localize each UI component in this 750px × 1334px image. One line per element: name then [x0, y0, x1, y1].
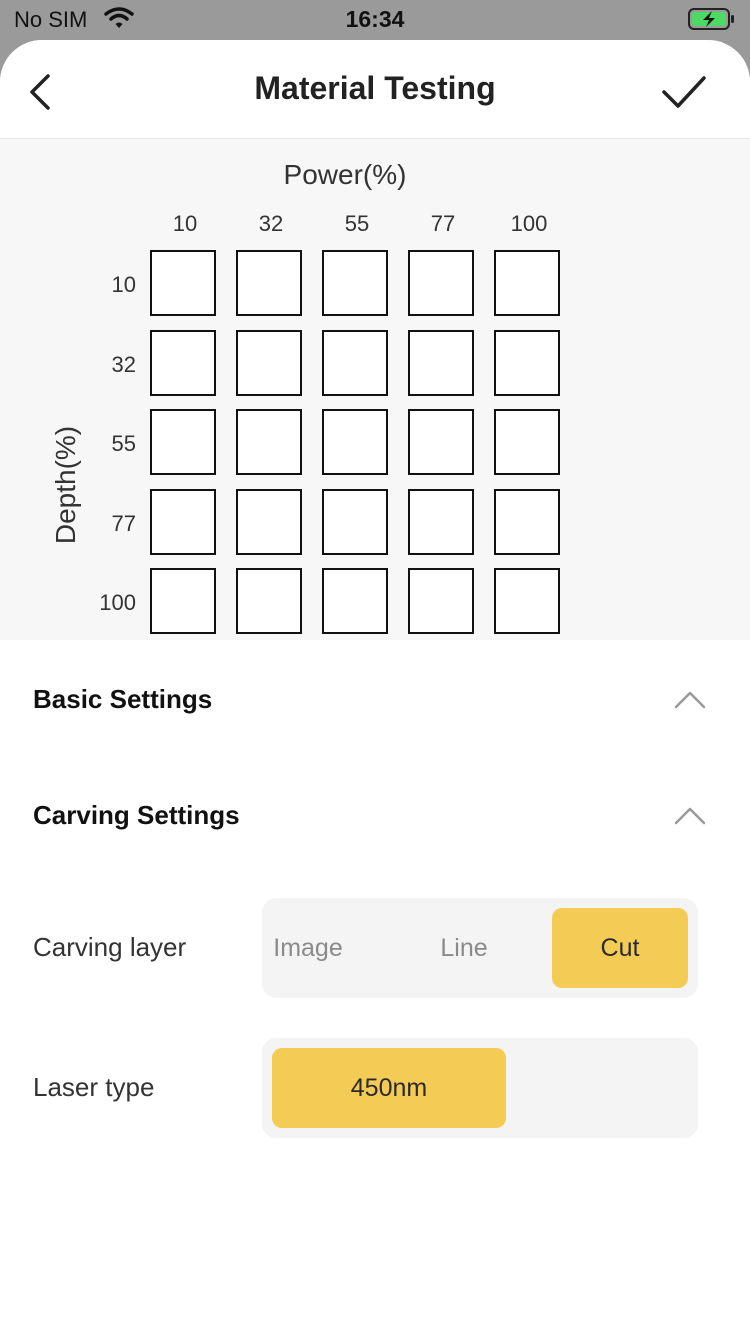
depth-label: 32	[111, 352, 136, 377]
carving-layer-selector: Image Line Cut	[262, 898, 698, 998]
depth-label: 55	[111, 431, 136, 456]
test-cell	[150, 330, 216, 396]
test-cell	[408, 330, 474, 396]
battery-charging-icon	[688, 7, 736, 36]
test-cell	[494, 409, 560, 475]
laser-type-option-450nm[interactable]: 450nm	[272, 1048, 506, 1128]
section-title: Basic Settings	[33, 684, 213, 714]
test-cell	[322, 409, 388, 475]
nav-bar: Material Testing	[0, 40, 750, 139]
test-cell	[494, 568, 560, 634]
power-label: 55	[344, 211, 370, 236]
test-cell	[236, 568, 302, 634]
test-cell	[236, 250, 302, 316]
test-cell	[150, 489, 216, 555]
depth-axis-label: Depth(%)	[50, 425, 81, 545]
test-cell	[236, 489, 302, 555]
carving-layer-option-image[interactable]: Image	[262, 908, 354, 988]
material-testing-sheet: Material Testing Power(%) 10 32 55 77 10…	[0, 40, 750, 1334]
status-bar: No SIM 16:34	[0, 0, 750, 40]
test-cell	[408, 409, 474, 475]
basic-settings-header[interactable]: Basic Settings	[0, 670, 750, 730]
test-cell	[150, 250, 216, 316]
power-label: 77	[430, 211, 456, 236]
carving-layer-option-cut[interactable]: Cut	[552, 908, 688, 988]
test-cell	[494, 250, 560, 316]
carving-settings-header[interactable]: Carving Settings	[0, 786, 750, 846]
test-cell	[236, 330, 302, 396]
clock-text: 16:34	[345, 6, 405, 32]
carving-layer-label: Carving layer	[33, 932, 187, 962]
test-cell	[322, 330, 388, 396]
depth-label: 77	[111, 511, 136, 536]
confirm-button[interactable]	[660, 70, 708, 114]
page-title: Material Testing	[254, 70, 496, 106]
test-cell	[322, 568, 388, 634]
test-cell	[408, 250, 474, 316]
section-title: Carving Settings	[33, 800, 240, 830]
test-cell	[322, 250, 388, 316]
power-axis-label: Power(%)	[283, 159, 407, 190]
power-label: 100	[510, 211, 548, 236]
test-cell	[408, 489, 474, 555]
carving-layer-option-line[interactable]: Line	[410, 908, 518, 988]
test-cell	[150, 409, 216, 475]
chevron-up-icon	[674, 690, 706, 715]
test-cell	[150, 568, 216, 634]
depth-label: 100	[99, 590, 136, 615]
chevron-up-icon	[674, 806, 706, 831]
depth-label: 10	[111, 272, 136, 297]
test-cell	[494, 330, 560, 396]
test-cell	[322, 489, 388, 555]
laser-type-label: Laser type	[33, 1072, 155, 1102]
test-cell	[408, 568, 474, 634]
power-label: 32	[258, 211, 284, 236]
power-label: 10	[172, 211, 198, 236]
test-cell	[236, 409, 302, 475]
check-icon	[660, 76, 708, 118]
test-grid-preview: Power(%) 10 32 55 77 100 Depth(%) 10 32 …	[0, 139, 750, 640]
laser-type-selector: 450nm	[262, 1038, 698, 1138]
test-cell	[494, 489, 560, 555]
